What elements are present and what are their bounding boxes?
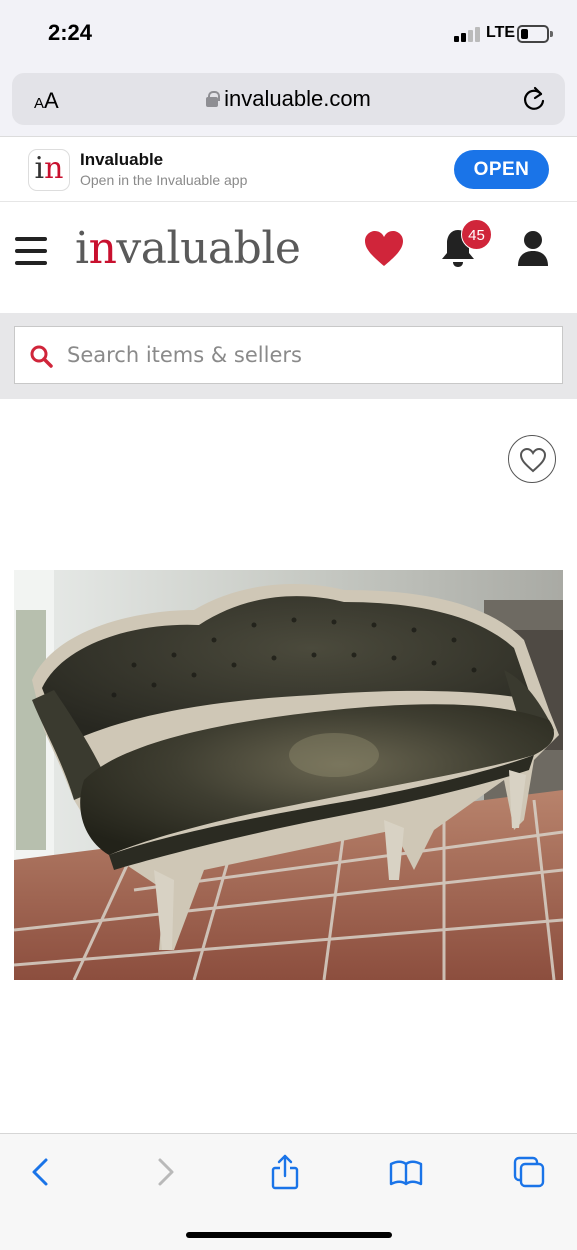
search-icon: [30, 345, 53, 368]
hamburger-menu-icon[interactable]: [15, 237, 47, 267]
url-text: invaluable.com: [224, 86, 371, 111]
signal-strength-icon: [454, 26, 482, 42]
lock-icon: [206, 91, 221, 107]
site-logo[interactable]: invaluable: [75, 223, 301, 274]
address-bar[interactable]: AA invaluable.com: [12, 73, 565, 125]
app-banner-title: Invaluable: [80, 150, 164, 169]
status-time: 2:24: [48, 20, 93, 45]
notification-count-badge: 45: [461, 219, 492, 250]
heart-outline-icon: [519, 447, 547, 473]
open-app-button[interactable]: OPEN: [454, 150, 549, 189]
account-user-icon[interactable]: [516, 230, 550, 268]
status-bar: 2:24 LTE: [0, 0, 577, 68]
browser-address-area: AA invaluable.com: [0, 68, 577, 137]
battery-cap: [550, 31, 553, 37]
bookmarks-icon[interactable]: [389, 1154, 423, 1190]
battery-icon: [517, 25, 549, 43]
search-section: [0, 313, 577, 399]
add-to-favorites-button[interactable]: [508, 435, 556, 483]
tabs-icon[interactable]: [512, 1154, 546, 1190]
site-header: invaluable 45: [0, 203, 577, 313]
app-banner-subtitle: Open in the Invaluable app: [80, 172, 248, 188]
share-icon[interactable]: [268, 1154, 302, 1190]
forward-icon[interactable]: [148, 1154, 182, 1190]
sofa-photo: [14, 570, 563, 980]
search-input[interactable]: [67, 327, 547, 383]
back-icon[interactable]: [24, 1154, 58, 1190]
home-indicator: [186, 1232, 392, 1238]
search-box[interactable]: [14, 326, 563, 384]
app-logo-icon: in: [28, 149, 70, 191]
reload-icon[interactable]: [521, 85, 547, 113]
app-banner: in Invaluable Open in the Invaluable app…: [0, 138, 577, 202]
lot-image[interactable]: [14, 570, 563, 980]
network-type: LTE: [486, 24, 516, 41]
url-display[interactable]: invaluable.com: [12, 86, 565, 112]
favorites-heart-icon[interactable]: [363, 229, 405, 269]
